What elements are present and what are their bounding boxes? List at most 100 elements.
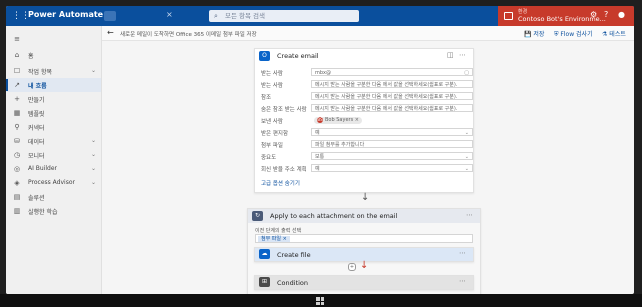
sidebar-item-label: 내 흐름 [28, 83, 47, 90]
flow-checker-label: Flow 검사기 [560, 31, 593, 38]
my-flows-icon: ↗ [14, 81, 20, 89]
chevron-down-icon[interactable]: ⌄ [91, 179, 96, 186]
back-arrow-icon[interactable]: ← [107, 28, 114, 37]
environment-label: 환경 [518, 9, 528, 15]
action-items-icon: ☐ [13, 67, 21, 75]
sidebar-item-data[interactable]: ⛁ 데이터 ⌄ [6, 134, 101, 148]
app-launcher-icon[interactable]: ⋮⋮ [12, 11, 30, 21]
field-label: 회신 받을 주소 계획 [261, 167, 307, 173]
attachments-input[interactable]: 파일 첨부를 추가합니다 [311, 140, 473, 148]
account-icon[interactable]: ● [618, 10, 625, 19]
apply-to-each-card[interactable]: ↻ Apply to each attachment on the email … [247, 208, 481, 294]
sidebar-item-home[interactable]: ⌂ 홈 [6, 48, 101, 62]
card-title: Apply to each attachment on the email [270, 212, 398, 220]
field-label: 보낸 사람 [261, 119, 283, 125]
add-step-icon[interactable]: + [348, 263, 356, 271]
card-title: Condition [277, 279, 309, 287]
top-bar: ⋮⋮ Power Automate × ⌕ 모든 항목 검색 환경 Contos… [6, 6, 634, 26]
search-input[interactable]: ⌕ 모든 항목 검색 [209, 10, 359, 22]
flow-checker-button[interactable]: ⛨ Flow 검사기 [554, 29, 593, 39]
app-title[interactable]: Power Automate [28, 10, 103, 19]
condition-icon: ⊞ [259, 277, 270, 287]
ai-builder-icon: ◎ [13, 165, 21, 173]
screen: ⋮⋮ Power Automate × ⌕ 모든 항목 검색 환경 Contos… [6, 6, 634, 294]
test-label: 테스트 [609, 31, 626, 38]
field-label: 받은 편지함 [261, 131, 289, 137]
sidebar-item-templates[interactable]: ▦ 템플릿 [6, 106, 101, 120]
home-icon: ⌂ [14, 51, 20, 59]
address-book-icon[interactable]: ▢ [464, 69, 469, 75]
chevron-down-icon: ⌄ [464, 154, 469, 160]
chevron-down-icon: ⌄ [464, 166, 469, 172]
sidebar-item-ai-builder[interactable]: ◎ AI Builder ⌄ [6, 162, 101, 176]
sidebar-item-solutions[interactable]: ▤ 솔루션 [6, 190, 101, 204]
user-chip[interactable]: BS Bob Sayers × [314, 117, 362, 124]
settings-icon[interactable]: ⚙ [590, 10, 597, 19]
apply-to-each-header[interactable]: ↻ Apply to each attachment on the email … [248, 209, 480, 223]
sidebar-item-label: 커넥터 [28, 125, 45, 132]
create-email-card[interactable]: O Create email ◫ ⋯ 받는 사람 mbx@ ▢ 받는 사람 메시지… [254, 48, 474, 193]
sidebar-item-create[interactable]: + 만들기 [6, 92, 101, 106]
chevron-down-icon[interactable]: ⌄ [91, 67, 96, 74]
outlook-icon: O [259, 51, 270, 61]
sidebar-item-monitor[interactable]: ◷ 모니터 ⌄ [6, 148, 101, 162]
taskbar [0, 294, 642, 307]
recipients-input[interactable]: 메시지 받는 사람을 구분한 다음 에서 값을 선택하세요(쉼표로 구분). [311, 80, 473, 88]
more-options-icon[interactable]: ⋯ [466, 211, 473, 219]
sidebar-item-my-flows[interactable]: ↗ 내 흐름 [6, 78, 101, 92]
environment-picker[interactable]: 환경 Contoso Bot's Environme... ⚙ ? ● [498, 6, 634, 26]
sidebar-item-learn[interactable]: ▥ 실행한 학습 [6, 204, 101, 218]
more-options-icon[interactable]: ⋯ [459, 277, 466, 285]
flow-canvas: O Create email ◫ ⋯ 받는 사람 mbx@ ▢ 받는 사람 메시지… [102, 41, 634, 294]
field-label: 첨부 파일 [261, 143, 283, 149]
chevron-down-icon[interactable]: ⌄ [91, 137, 96, 144]
more-options-icon[interactable]: ⋯ [459, 249, 466, 257]
search-icon: ⌕ [214, 12, 218, 20]
sidebar-item-connectors[interactable]: ⚲ 커넥터 [6, 120, 101, 134]
condition-card[interactable]: ⊞ Condition ⋯ [254, 275, 474, 290]
select-output-label: 이전 단계의 출력 선택 [255, 228, 302, 234]
app-badge-icon [104, 11, 116, 21]
sidebar-item-label: 데이터 [28, 139, 45, 146]
attachments-token[interactable]: 첨부 파일 × [258, 236, 290, 242]
inbox-select[interactable]: 예 ⌄ [311, 128, 473, 136]
cc-input[interactable]: 메시지 받는 사람을 구분한 다음 에서 값을 선택하세요(쉼표로 구분). [311, 92, 473, 100]
to-input[interactable]: mbx@ ▢ [311, 68, 473, 76]
sidebar-item-label: 만들기 [28, 97, 45, 104]
card-title: Create email [277, 52, 319, 60]
connector-arrow-icon: ↓ [361, 192, 370, 203]
hide-advanced-options-link[interactable]: 고급 옵션 숨기기 [261, 179, 300, 187]
reply-select[interactable]: 예 ⌄ [311, 164, 473, 172]
sidebar-item-action-items[interactable]: ☐ 작업 항목 ⌄ [6, 64, 101, 78]
avatar: BS [317, 117, 323, 123]
test-button[interactable]: ⚗ 테스트 [602, 29, 626, 38]
chevron-down-icon[interactable]: ⌄ [91, 151, 96, 158]
monitor-icon: ◷ [13, 151, 21, 159]
field-label: 숨은 참조 받는 사람 [261, 107, 307, 113]
command-bar: ← 새로운 메일이 도착하면 Office 365 이메일 첨부 파일 저장 💾… [102, 26, 634, 41]
field-label: 중요도 [261, 155, 277, 161]
info-icon[interactable]: ◫ [447, 51, 454, 59]
create-email-header[interactable]: O Create email ◫ ⋯ [255, 49, 473, 63]
sidebar-item-menu[interactable]: ≡ [6, 32, 101, 46]
condition-header[interactable]: ⊞ Condition ⋯ [255, 276, 473, 289]
help-icon[interactable]: ? [604, 10, 608, 19]
select-output-input[interactable]: 첨부 파일 × [255, 234, 473, 243]
connectors-icon: ⚲ [14, 123, 20, 131]
flow-name-breadcrumb: 새로운 메일이 도착하면 Office 365 이메일 첨부 파일 저장 [120, 32, 257, 38]
sidebar-item-label: 모니터 [28, 153, 45, 160]
save-button[interactable]: 💾 저장 [524, 29, 544, 38]
chevron-down-icon: ⌄ [464, 130, 469, 136]
chevron-down-icon[interactable]: ⌄ [91, 165, 96, 172]
from-field[interactable]: BS Bob Sayers × [311, 116, 473, 124]
search-placeholder: 모든 항목 검색 [225, 12, 266, 20]
importance-select[interactable]: 보통 ⌄ [311, 152, 473, 160]
sidebar-item-process-advisor[interactable]: ◈ Process Advisor ⌄ [6, 176, 101, 190]
sidebar-item-label: Process Advisor [28, 179, 75, 186]
bcc-input[interactable]: 메시지 받는 사람을 구분한 다음 에서 값을 선택하세요(쉼표로 구분). [311, 104, 473, 112]
templates-icon: ▦ [13, 109, 21, 117]
sidebar-item-label: 작업 항목 [28, 69, 52, 76]
close-icon[interactable]: × [166, 10, 173, 19]
windows-logo-icon[interactable] [316, 297, 324, 305]
more-options-icon[interactable]: ⋯ [459, 51, 466, 59]
